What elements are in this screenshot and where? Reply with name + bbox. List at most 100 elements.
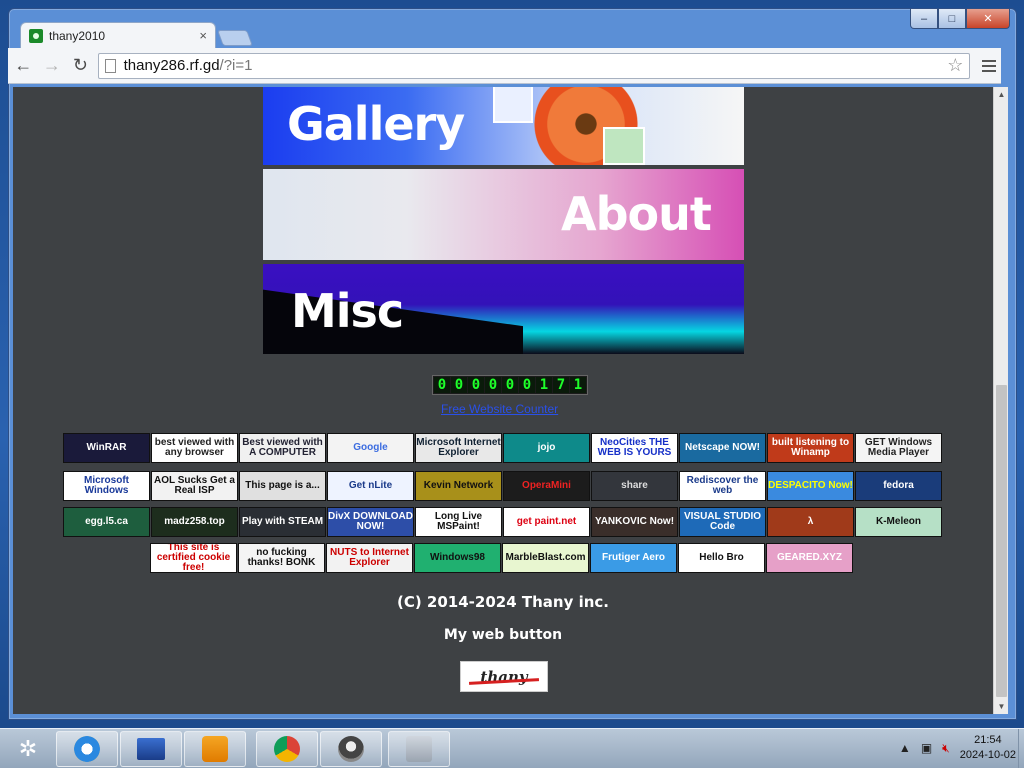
web-button-88x31[interactable]: GET Windows Media Player [855,433,942,463]
clock[interactable]: 21:54 2024-10-02 [960,733,1016,763]
web-button-88x31[interactable]: Get nLite [327,471,414,501]
web-button-88x31[interactable]: Google [327,433,414,463]
app-icon [406,736,432,762]
web-button-label: Windows98 [430,552,485,563]
misc-banner-link[interactable]: Misc [263,264,744,354]
web-button-88x31[interactable]: egg.l5.ca [63,507,150,537]
web-button-88x31[interactable]: Rediscover the web [679,471,766,501]
web-button-88x31[interactable]: share [591,471,678,501]
web-button-label: Get nLite [348,480,393,491]
forward-icon[interactable]: → [39,52,66,80]
taskbar-computer[interactable] [120,731,182,767]
web-button-label: NUTS to Internet Explorer [330,547,409,568]
bookmark-star-icon[interactable]: ☆ [947,55,963,76]
web-button-88x31[interactable]: Microsoft Internet Explorer [415,433,502,463]
gallery-label: Gallery [287,97,465,151]
chrome-menu-icon[interactable] [976,53,1001,79]
scroll-up-icon[interactable]: ▲ [994,87,1009,102]
counter-digit: 0 [502,377,518,393]
web-button-88x31[interactable]: YANKOVIC Now! [591,507,678,537]
counter-digit: 1 [536,377,552,393]
favicon-icon [29,28,43,43]
volume-muted-icon[interactable]: 🔇︎ [942,741,950,756]
web-button-88x31[interactable]: Kevin Network [415,471,502,501]
scroll-down-icon[interactable]: ▼ [994,699,1009,714]
web-button-88x31[interactable]: VISUAL STUDIO Code [679,507,766,537]
taskbar-chrome[interactable] [256,731,318,767]
url-host: thany286.rf.gd [123,57,220,74]
web-button-label: VISUAL STUDIO Code [683,511,762,532]
web-button-88x31[interactable]: built listening to Winamp [767,433,854,463]
web-button-88x31[interactable]: MarbleBlast.com [502,543,589,573]
web-button-88x31[interactable]: AOL Sucks Get a Real ISP [151,471,238,501]
web-button-88x31[interactable]: WinRAR [63,433,150,463]
web-button-label: madz258.top [164,516,225,527]
computer-icon [137,738,165,760]
clock-date: 2024-10-02 [959,749,1016,761]
taskbar-internet-explorer[interactable] [56,731,118,767]
web-button-label: Netscape NOW! [684,442,760,453]
taskbar: ✲ ▲ ▣ 🔇︎ 21:54 2024-10-02 [0,728,1024,768]
copyright-text: (C) 2014-2024 Thany inc. [396,593,609,611]
browser-tab[interactable]: thany2010 × [20,22,216,48]
clock-time: 21:54 [974,734,1002,746]
web-button-label: GEARED.XYZ [776,552,842,563]
web-button-88x31[interactable]: best viewed with any browser [151,433,238,463]
button-row-3: egg.l5.ca madz258.top Play with STEAM DivX … [63,507,942,537]
web-button-label: Microsoft Windows [84,475,129,496]
vertical-scrollbar[interactable]: ▲ ▼ [993,87,1008,714]
web-button-88x31[interactable]: get paint.net [503,507,590,537]
address-bar[interactable]: thany286.rf.gd /?i=1 ☆ [97,52,971,79]
web-button-88x31[interactable]: λ [767,507,854,537]
start-button[interactable]: ✲ [4,731,52,767]
web-button-88x31[interactable]: Frutiger Aero [590,543,677,573]
web-button-88x31[interactable]: no fucking thanks! BONK [238,543,325,573]
web-button-88x31[interactable]: K-Meleon [855,507,942,537]
web-button-88x31[interactable]: Microsoft Windows [63,471,150,501]
taskbar-app[interactable] [388,731,450,767]
my-web-button[interactable]: thany [460,661,548,692]
web-button-label: no fucking thanks! BONK [247,547,316,568]
counter-digit: 1 [570,377,586,393]
show-hidden-icons-icon[interactable]: ▲ [899,741,911,755]
show-desktop-button[interactable] [1018,729,1024,768]
web-button-88x31[interactable]: NUTS to Internet Explorer [326,543,413,573]
web-button-label: Best viewed with A COMPUTER [242,437,323,458]
network-icon[interactable]: ▣ [921,741,932,755]
reload-icon[interactable]: ↻ [67,52,94,80]
taskbar-media-player[interactable] [184,731,246,767]
web-button-88x31[interactable]: This page is a... [239,471,326,501]
web-button-88x31[interactable]: OperaMini [503,471,590,501]
back-icon[interactable]: ← [10,52,37,80]
web-button-88x31[interactable]: DESPACITO Now! [767,471,854,501]
free-website-counter-link[interactable]: Free Website Counter [441,402,558,416]
web-button-label: get paint.net [516,516,577,527]
taskbar-raccoon-app[interactable] [320,731,382,767]
web-button-88x31[interactable]: Windows98 [414,543,501,573]
gallery-banner-link[interactable]: Gallery [263,87,744,165]
web-button-label: egg.l5.ca [85,516,128,527]
web-button-88x31[interactable]: GEARED.XYZ [766,543,853,573]
tab-strip: thany2010 × [8,20,998,48]
web-button-88x31[interactable]: Long Live MSPaint! [415,507,502,537]
web-button-88x31[interactable]: Play with STEAM [239,507,326,537]
web-button-88x31[interactable]: Best viewed with A COMPUTER [239,433,326,463]
web-button-88x31[interactable]: DivX DOWNLOAD NOW! [327,507,414,537]
web-button-88x31[interactable]: This site is certified cookie free! [150,543,237,573]
web-button-label: AOL Sucks Get a Real ISP [154,475,235,496]
web-button-88x31[interactable]: Hello Bro [678,543,765,573]
web-button-label: NeoCities THE WEB IS YOURS [597,437,672,458]
web-button-label: DESPACITO Now! [768,480,853,491]
web-button-88x31[interactable]: jojo [503,433,590,463]
new-tab-button[interactable] [217,30,253,46]
web-button-88x31[interactable]: fedora [855,471,942,501]
close-tab-icon[interactable]: × [199,28,207,43]
web-button-88x31[interactable]: Netscape NOW! [679,433,766,463]
web-button-88x31[interactable]: NeoCities THE WEB IS YOURS [591,433,678,463]
counter-digit: 0 [434,377,450,393]
web-button-88x31[interactable]: madz258.top [151,507,238,537]
web-button-label: fedora [883,480,914,491]
about-banner-link[interactable]: About [263,169,744,260]
web-button-label: MarbleBlast.com [505,552,586,563]
scrollbar-thumb[interactable] [996,385,1007,697]
